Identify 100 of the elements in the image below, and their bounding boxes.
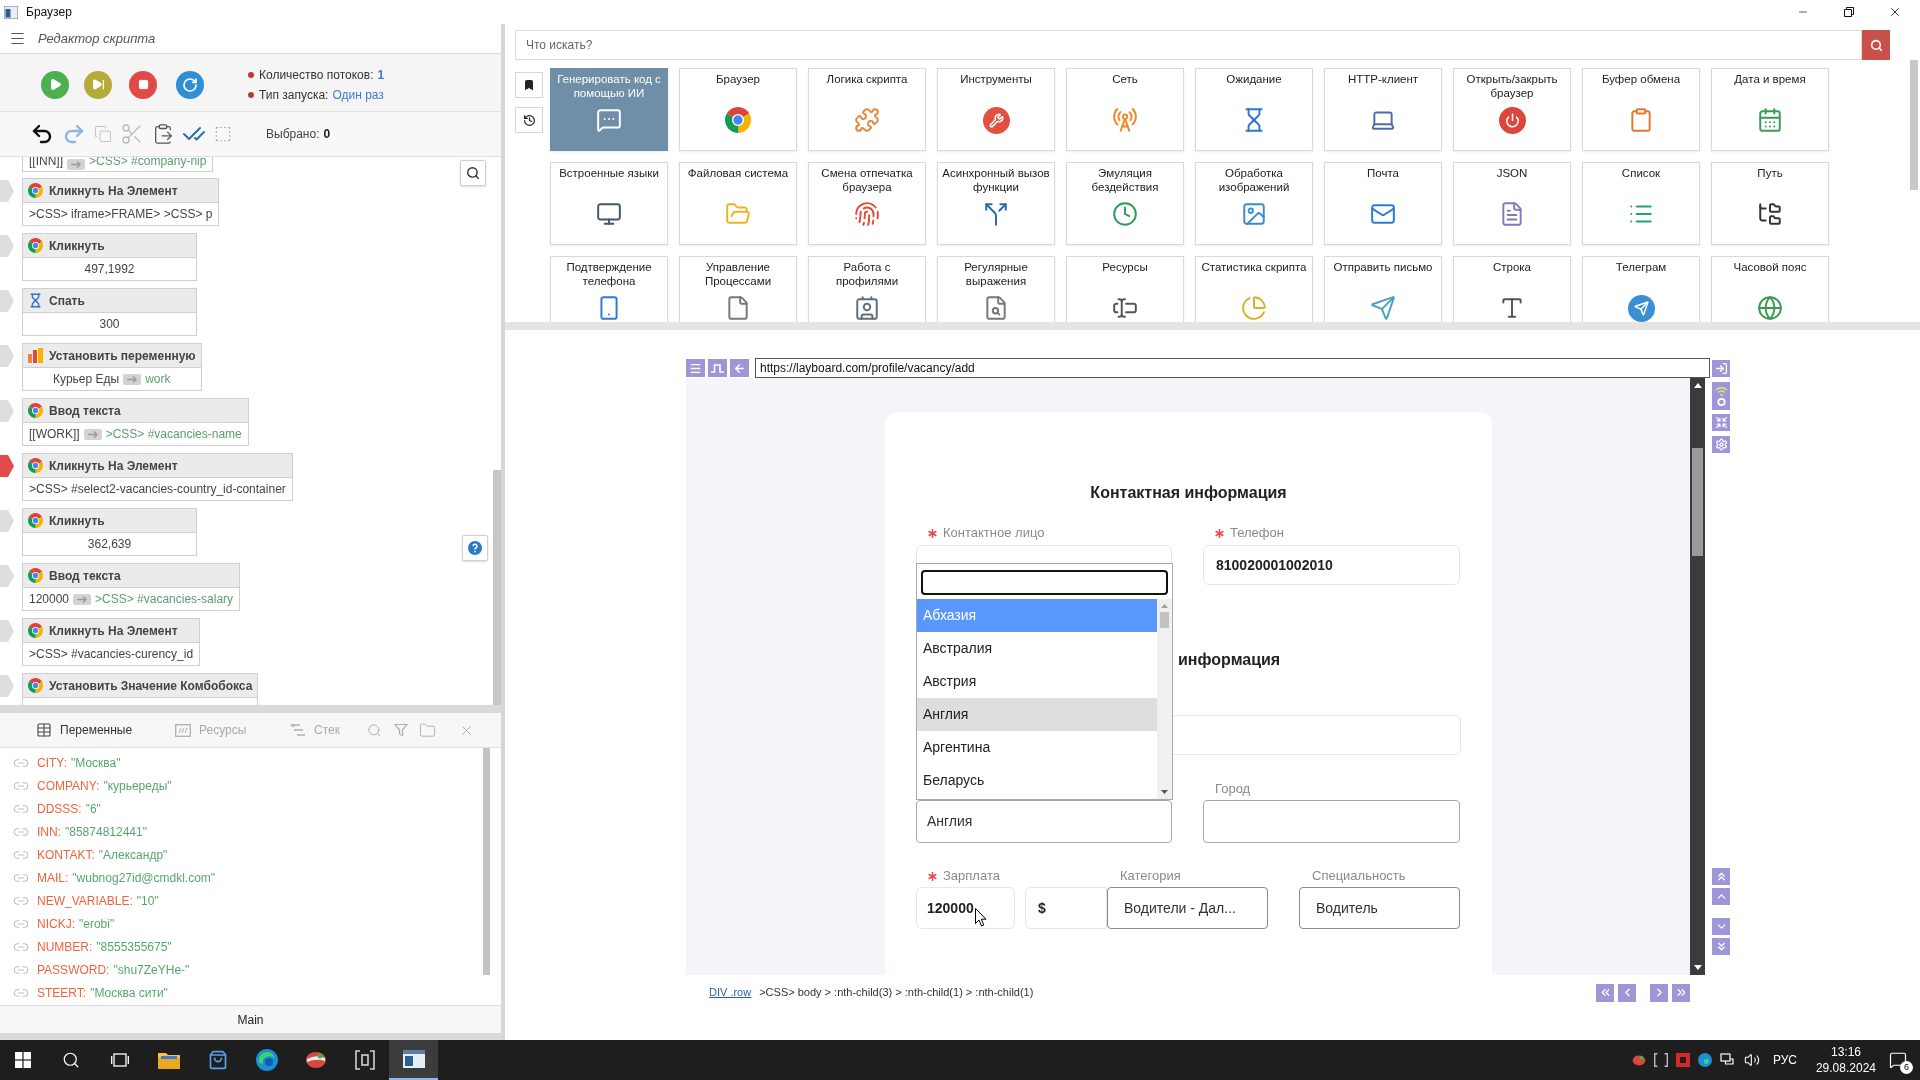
- block-header[interactable]: Кликнуть На Элемент: [22, 618, 201, 643]
- menu-icon[interactable]: [9, 30, 26, 47]
- block-header[interactable]: Ввод текста: [22, 398, 249, 423]
- back-button[interactable]: [730, 359, 749, 377]
- login-button[interactable]: [1712, 360, 1730, 377]
- block-header[interactable]: Установить Значение Комбобокса: [22, 673, 259, 698]
- wave-button[interactable]: [708, 359, 727, 377]
- settings-button[interactable]: [1712, 436, 1730, 453]
- signal-button[interactable]: [1712, 382, 1730, 410]
- block-header[interactable]: Кликнуть На Элемент: [22, 178, 220, 203]
- dropdown-search-field[interactable]: [921, 570, 1168, 595]
- dropdown-option[interactable]: Англия: [917, 698, 1157, 731]
- previous-button[interactable]: [1618, 983, 1636, 1002]
- toolbox-tile[interactable]: Статистика скрипта: [1195, 256, 1313, 322]
- search-button[interactable]: [1862, 30, 1890, 60]
- browser-logo-icon[interactable]: [1697, 1053, 1712, 1067]
- scroll-up-button[interactable]: [1712, 888, 1730, 905]
- restart-button[interactable]: [176, 70, 204, 99]
- block-header[interactable]: Кликнуть: [22, 508, 197, 533]
- scroll-down-button[interactable]: [1712, 918, 1730, 935]
- bookmark-button[interactable]: [515, 72, 543, 98]
- volume-icon[interactable]: [1743, 1052, 1760, 1068]
- app-icon[interactable]: [1631, 1053, 1646, 1067]
- select-area-icon[interactable]: [214, 125, 232, 143]
- folder-icon[interactable]: [157, 1051, 180, 1069]
- taskbar-date[interactable]: 29.08.2024: [1815, 1060, 1876, 1076]
- toolbox-tile[interactable]: Часовой пояс: [1711, 256, 1829, 322]
- app-icon[interactable]: [304, 1050, 327, 1070]
- menu-button[interactable]: [686, 359, 705, 377]
- toolbox-tile[interactable]: Подтверждение телефона: [550, 256, 668, 322]
- browser-logo-icon[interactable]: [255, 1049, 278, 1071]
- toolbox-tile[interactable]: Почта: [1324, 162, 1442, 245]
- threads-value[interactable]: 1: [377, 66, 385, 83]
- thread-tab[interactable]: Main: [237, 1010, 264, 1029]
- city-field[interactable]: [1203, 800, 1460, 843]
- toolbox-tile[interactable]: HTTP-клиент: [1324, 68, 1442, 151]
- scrollbar-thumb[interactable]: [1160, 612, 1169, 628]
- paste-icon[interactable]: [152, 123, 174, 145]
- toolbox-tile[interactable]: Буфер обмена: [1582, 68, 1700, 151]
- notification-icon[interactable]: [1889, 1051, 1907, 1069]
- stop-button[interactable]: [129, 70, 157, 99]
- taskbar-app-button[interactable]: [389, 1040, 438, 1080]
- country-select[interactable]: Англия: [916, 800, 1172, 843]
- scroll-up-arrow-icon[interactable]: [1693, 383, 1702, 388]
- toolbox-tile[interactable]: Файловая система: [679, 162, 797, 245]
- toolbox-tile[interactable]: Строка: [1453, 256, 1571, 322]
- toolbox-tile[interactable]: Асинхронный вызов функции: [937, 162, 1055, 245]
- toolbox-tile[interactable]: Открыть/закрыть браузер: [1453, 68, 1571, 151]
- help-button[interactable]: [462, 535, 488, 561]
- toolbox-tile[interactable]: Смена отпечатка браузера: [808, 162, 926, 245]
- toolbox-tile[interactable]: Инструменты: [937, 68, 1055, 151]
- scroll-bottom-button[interactable]: [1712, 938, 1730, 955]
- toolbox-tile[interactable]: JSON: [1453, 162, 1571, 245]
- toolbox-tile[interactable]: Дата и время: [1711, 68, 1829, 151]
- input-language[interactable]: РУС: [1772, 1051, 1797, 1069]
- block-header[interactable]: Спать: [22, 288, 197, 313]
- copy-icon[interactable]: [94, 125, 112, 143]
- task-view-icon[interactable]: [110, 1052, 129, 1068]
- specialty-select[interactable]: Водитель: [1299, 887, 1460, 929]
- launch-mode-link[interactable]: Один раз: [332, 86, 384, 103]
- network-icon[interactable]: [1719, 1053, 1736, 1067]
- first-button[interactable]: [1596, 983, 1614, 1002]
- scroll-down-arrow-icon[interactable]: [1161, 790, 1168, 794]
- toolbox-tile[interactable]: Эмуляция бездействия: [1066, 162, 1184, 245]
- toolbox-tile[interactable]: Путь: [1711, 162, 1829, 245]
- scrollbar-thumb[interactable]: [1910, 60, 1918, 190]
- element-link[interactable]: DIV .row: [709, 984, 752, 1001]
- block-header[interactable]: Установить переменную: [22, 343, 202, 368]
- step-button[interactable]: [84, 70, 112, 99]
- scrollbar-thumb[interactable]: [1692, 448, 1703, 556]
- block-header[interactable]: Ввод текста: [22, 563, 241, 588]
- toolbox-tile[interactable]: Браузер: [679, 68, 797, 151]
- category-select[interactable]: Водители - Дал...: [1107, 887, 1268, 929]
- toolbox-tile[interactable]: Ожидание: [1195, 68, 1313, 151]
- filter-icon[interactable]: [394, 723, 408, 737]
- salary-field[interactable]: 120000: [916, 887, 1015, 929]
- redo-icon[interactable]: [62, 122, 86, 146]
- search-icon[interactable]: [61, 1051, 80, 1069]
- scrollbar-thumb[interactable]: [483, 748, 490, 975]
- currency-field[interactable]: $: [1025, 887, 1107, 929]
- scrollbar-thumb[interactable]: [493, 470, 501, 705]
- search-field[interactable]: Что искать?: [515, 30, 1862, 60]
- toolbox-tile[interactable]: Сеть: [1066, 68, 1184, 151]
- toolbox-tile[interactable]: Телеграм: [1582, 256, 1700, 322]
- toolbox-tile[interactable]: Отправить письмо: [1324, 256, 1442, 322]
- shopping-bag-icon[interactable]: [207, 1050, 228, 1070]
- scroll-top-button[interactable]: [1712, 868, 1730, 885]
- toolbox-tile[interactable]: Регулярные выражения: [937, 256, 1055, 322]
- start-icon[interactable]: [15, 1052, 31, 1068]
- toolbox-tile[interactable]: Логика скрипта: [808, 68, 926, 151]
- toolbox-tile[interactable]: Встроенные языки: [550, 162, 668, 245]
- panel-tab[interactable]: Переменные: [36, 721, 175, 739]
- taskbar-time[interactable]: 13:16: [1830, 1044, 1861, 1060]
- last-button[interactable]: [1672, 983, 1690, 1002]
- next-button[interactable]: [1650, 983, 1668, 1002]
- history-button[interactable]: [515, 107, 543, 133]
- block-header[interactable]: Кликнуть: [22, 233, 197, 258]
- search-button[interactable]: [460, 160, 486, 186]
- toolbox-tile[interactable]: Обработка изображений: [1195, 162, 1313, 245]
- toolbox-tile[interactable]: Управление Процессами: [679, 256, 797, 322]
